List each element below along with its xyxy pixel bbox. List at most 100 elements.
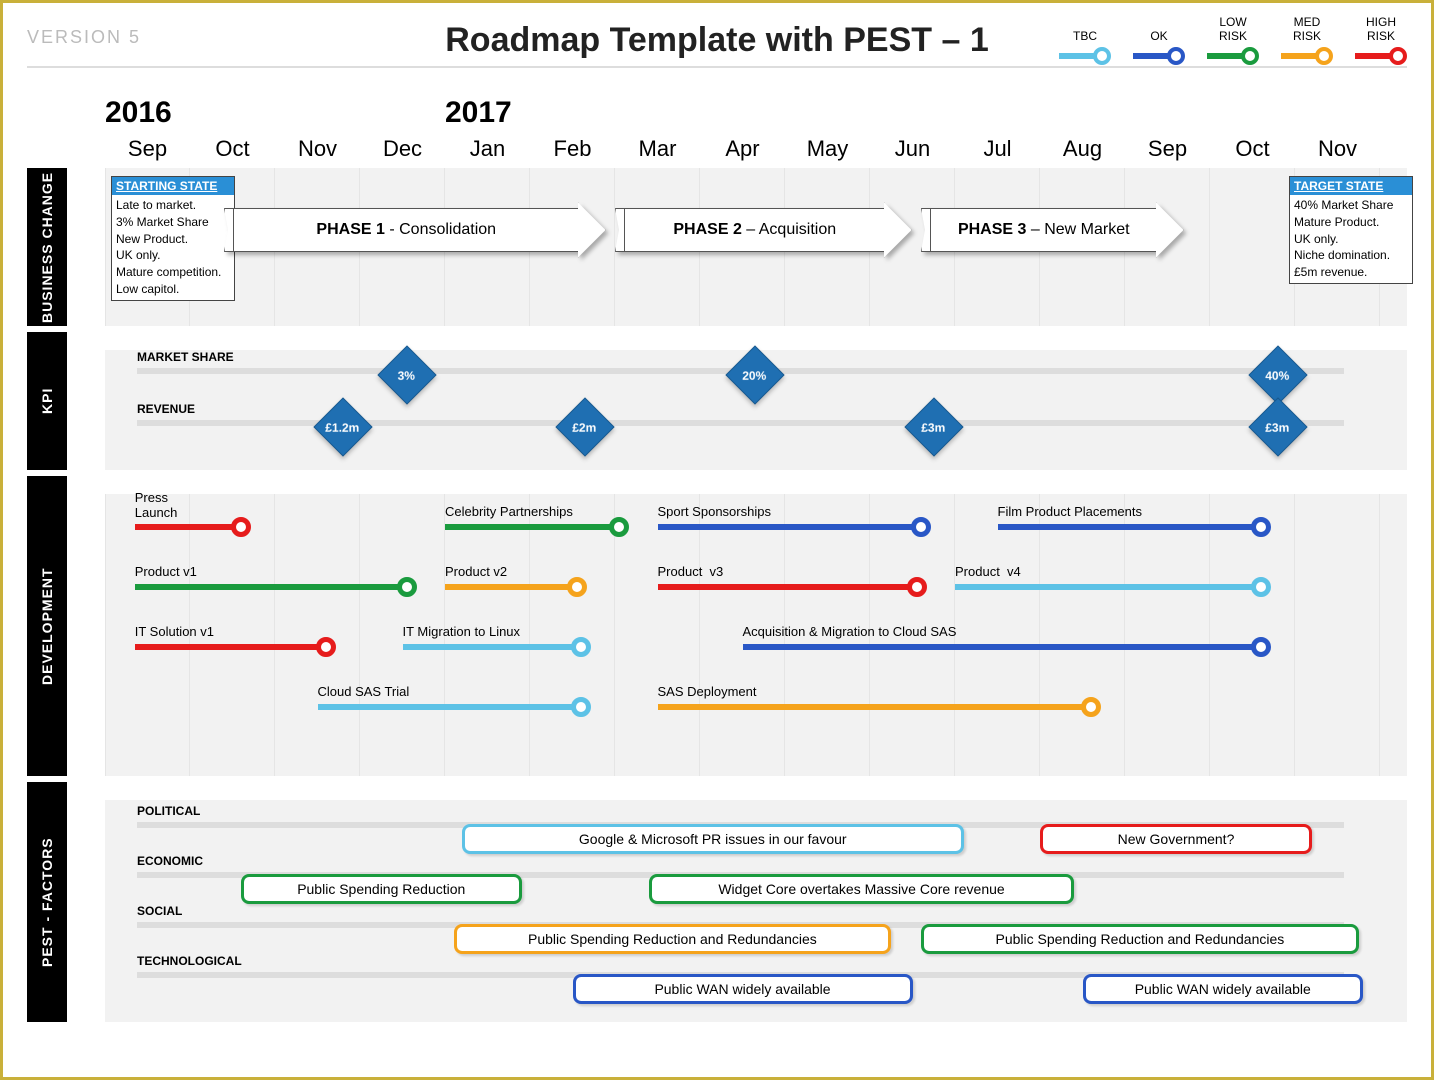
kpi-value: £1.2m <box>322 407 362 449</box>
pest-factor-box: Public Spending Reduction and Redundanci… <box>921 924 1359 954</box>
month-label: Sep <box>1125 136 1210 162</box>
month-label: Aug <box>1040 136 1125 162</box>
target-state-box: TARGET STATE 40% Market Share Mature Pro… <box>1289 176 1413 284</box>
year-label: 2017 <box>445 96 512 130</box>
dev-bar-label: Product v3 <box>658 564 724 579</box>
bar-cap-icon <box>1251 637 1271 657</box>
legend-swatch <box>1059 47 1111 65</box>
legend-swatch <box>1207 47 1259 65</box>
swimlane-label: BUSINESS CHANGE <box>27 168 67 326</box>
kpi-diamond: £3m <box>1248 397 1307 456</box>
bar-cap-icon <box>1081 697 1101 717</box>
dev-bar-label: IT Migration to Linux <box>403 624 521 639</box>
bar-cap-icon <box>571 637 591 657</box>
month-label: Jan <box>445 136 530 162</box>
dev-bar <box>135 524 241 530</box>
month-label: Dec <box>360 136 445 162</box>
pest-factor-box: Widget Core overtakes Massive Core reven… <box>649 874 1074 904</box>
phase-arrow: PHASE 3 – New Market <box>921 208 1184 252</box>
legend-item: MED RISK <box>1281 15 1333 65</box>
business-change-body: STARTING STATE Late to market. 3% Market… <box>105 168 1407 326</box>
dev-bar <box>658 584 917 590</box>
version-label: VERSION 5 <box>27 27 141 48</box>
dev-bar-label: Celebrity Partnerships <box>445 504 573 519</box>
dev-bar-label: Press Launch <box>135 490 178 520</box>
pest-body: POLITICALGoogle & Microsoft PR issues in… <box>105 800 1407 1022</box>
swimlane-label: PEST - FACTORS <box>27 782 67 1022</box>
dev-bar <box>135 644 326 650</box>
legend-swatch <box>1355 47 1407 65</box>
kpi-diamond: 3% <box>377 345 436 404</box>
kpi-diamond: 40% <box>1248 345 1307 404</box>
bar-cap-icon <box>1251 517 1271 537</box>
bar-cap-icon <box>316 637 336 657</box>
legend-item: OK <box>1133 15 1185 65</box>
risk-legend: TBC OK LOW RISK MED RISK HIGH RISK <box>1059 15 1407 65</box>
kpi-diamond: £3m <box>904 397 963 456</box>
month-label: Feb <box>530 136 615 162</box>
kpi-diamond: £1.2m <box>313 397 372 456</box>
phase-label: PHASE 3 – New Market <box>958 221 1130 239</box>
pest-factor-box: Public WAN widely available <box>573 974 913 1004</box>
swimlane-label: DEVELOPMENT <box>27 476 67 776</box>
dev-bar <box>445 524 619 530</box>
swimlane-business-change: BUSINESS CHANGE STARTING STATE Late to m… <box>27 168 1407 326</box>
dev-bar-label: Cloud SAS Trial <box>318 684 410 699</box>
legend-swatch <box>1281 47 1333 65</box>
month-label: Nov <box>275 136 360 162</box>
legend-swatch <box>1133 47 1185 65</box>
pest-row-label: ECONOMIC <box>137 854 203 868</box>
month-label: Sep <box>105 136 190 162</box>
dev-bar <box>743 644 1262 650</box>
bar-cap-icon <box>231 517 251 537</box>
phase-label: PHASE 2 – Acquisition <box>673 221 836 239</box>
state-title: STARTING STATE <box>112 177 234 195</box>
dev-bar-label: Product v4 <box>955 564 1021 579</box>
month-label: Jun <box>870 136 955 162</box>
bar-cap-icon <box>907 577 927 597</box>
swimlane-label: KPI <box>27 332 67 470</box>
month-label: Mar <box>615 136 700 162</box>
kpi-row-label: REVENUE <box>137 402 195 416</box>
pest-factor-box: New Government? <box>1040 824 1312 854</box>
state-body: Late to market. 3% Market Share New Prod… <box>112 195 234 300</box>
pest-row-label: POLITICAL <box>137 804 200 818</box>
pest-factor-box: Public WAN widely available <box>1083 974 1364 1004</box>
state-title: TARGET STATE <box>1290 177 1412 195</box>
dev-bar <box>403 644 582 650</box>
year-label: 2016 <box>105 96 172 130</box>
bar-cap-icon <box>1251 577 1271 597</box>
dev-bar <box>445 584 577 590</box>
pest-row-label: TECHNOLOGICAL <box>137 954 242 968</box>
starting-state-box: STARTING STATE Late to market. 3% Market… <box>111 176 235 301</box>
dev-bar-label: Product v2 <box>445 564 507 579</box>
dev-bar-label: Acquisition & Migration to Cloud SAS <box>743 624 957 639</box>
kpi-value: 40% <box>1257 355 1297 397</box>
swimlane-development: DEVELOPMENT Press Launch Celebrity Partn… <box>27 476 1407 776</box>
bar-cap-icon <box>567 577 587 597</box>
kpi-body: MARKET SHARE3%20%40%REVENUE£1.2m£2m£3m£3… <box>105 350 1407 470</box>
pest-row-label: SOCIAL <box>137 904 182 918</box>
pest-factor-box: Public Spending Reduction <box>241 874 522 904</box>
bar-cap-icon <box>397 577 417 597</box>
kpi-row-label: MARKET SHARE <box>137 350 234 364</box>
dev-bar-label: SAS Deployment <box>658 684 757 699</box>
month-label: Jul <box>955 136 1040 162</box>
dev-bar-label: Film Product Placements <box>998 504 1143 519</box>
phase-arrow: PHASE 1 - Consolidation <box>224 208 606 252</box>
header: VERSION 5 Roadmap Template with PEST – 1… <box>27 21 1407 68</box>
dev-bar-label: Product v1 <box>135 564 197 579</box>
month-label: May <box>785 136 870 162</box>
dev-bar-label: Sport Sponsorships <box>658 504 771 519</box>
dev-bar <box>955 584 1261 590</box>
dev-bar-label: IT Solution v1 <box>135 624 214 639</box>
roadmap-page: VERSION 5 Roadmap Template with PEST – 1… <box>0 0 1434 1080</box>
legend-item: LOW RISK <box>1207 15 1259 65</box>
development-body: Press Launch Celebrity Partnerships Spor… <box>105 494 1407 776</box>
month-label: Nov <box>1295 136 1380 162</box>
state-body: 40% Market Share Mature Product. UK only… <box>1290 195 1412 283</box>
dev-bar <box>658 524 922 530</box>
kpi-value: 3% <box>386 355 426 397</box>
kpi-value: £3m <box>1257 407 1297 449</box>
bar-cap-icon <box>571 697 591 717</box>
